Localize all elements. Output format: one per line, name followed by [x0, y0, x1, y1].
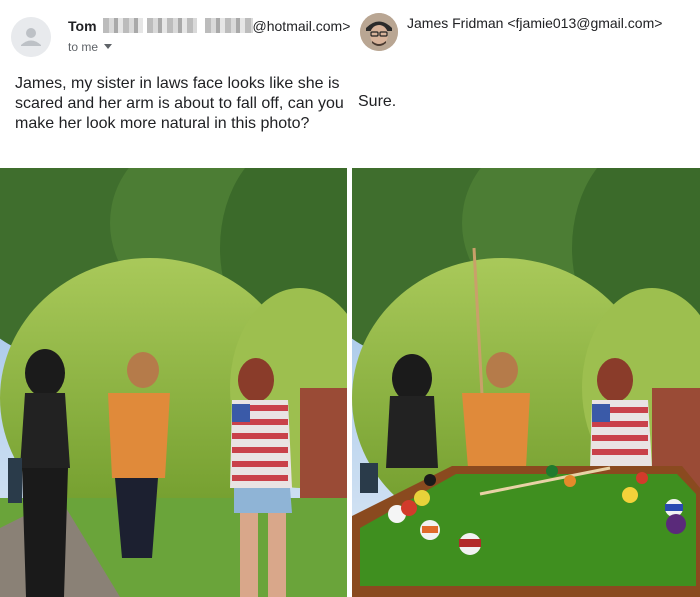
email-body: James, my sister in laws face looks like… — [15, 75, 344, 132]
caret-down-icon — [104, 44, 113, 49]
edited-photo — [352, 168, 700, 597]
recipient-label: to me — [68, 40, 99, 54]
person-icon — [11, 17, 51, 57]
redacted-block — [204, 18, 253, 33]
sender-line: James Fridman <fjamie013@gmail.com> — [407, 15, 662, 31]
sender-email: <fjamie013@gmail.com> — [507, 15, 663, 31]
sender-avatar-photo[interactable] — [360, 13, 398, 51]
original-photo — [0, 168, 347, 597]
email-body: Sure. — [358, 93, 397, 110]
sender-avatar-person-icon[interactable] — [11, 17, 51, 57]
sender-email-domain: @hotmail.com> — [252, 18, 351, 34]
sender-line: Tom @hotmail.com> — [68, 18, 350, 34]
redacted-block — [146, 18, 197, 33]
original-email: Tom @hotmail.com> to me James, my sister … — [0, 0, 350, 168]
recipient-dropdown[interactable]: to me — [68, 40, 113, 54]
profile-photo — [360, 13, 398, 51]
sender-name: James Fridman — [407, 15, 504, 31]
redacted-block — [102, 18, 143, 33]
reply-email: James Fridman <fjamie013@gmail.com> Sure… — [352, 0, 700, 168]
sender-name: Tom — [68, 18, 97, 34]
